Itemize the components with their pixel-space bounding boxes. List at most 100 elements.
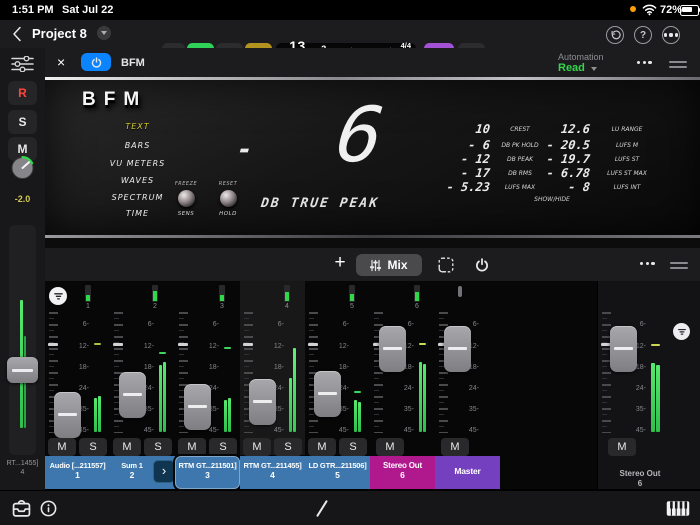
- fader-handle[interactable]: [249, 379, 276, 425]
- pan-knob[interactable]: [8, 153, 37, 182]
- close-icon[interactable]: ×: [57, 54, 65, 70]
- reading-value: - 12: [460, 152, 491, 166]
- overview-number: 5: [350, 303, 354, 310]
- level-meter: [94, 398, 97, 432]
- mix-view-button[interactable]: Mix: [356, 254, 422, 276]
- peak-tick: [651, 344, 660, 346]
- peak-tick: [94, 343, 101, 345]
- record-enable-button[interactable]: R: [8, 81, 37, 105]
- back-chevron-icon[interactable]: [12, 26, 22, 42]
- automation-mode[interactable]: Read: [558, 62, 585, 74]
- bypass-button[interactable]: [466, 254, 498, 276]
- fader-handle[interactable]: [184, 384, 211, 430]
- filter-icon: [677, 328, 686, 335]
- channel-nameplate[interactable]: Audio [...211557] 1: [45, 456, 110, 489]
- battery-cap: [698, 8, 700, 12]
- solo-button[interactable]: S: [209, 438, 237, 456]
- sidebar-fader-handle[interactable]: [7, 357, 38, 383]
- fader-handle[interactable]: [379, 326, 406, 372]
- channel-strip-master: 6- 12- 18- 24- 35- 45- M Master: [435, 281, 500, 489]
- ellipsis-icon: [663, 33, 679, 37]
- more-options-button[interactable]: [662, 26, 680, 44]
- channel-nameplate[interactable]: LD GTR...211506] 5: [305, 456, 370, 489]
- bfm-menu-text[interactable]: TEXT: [90, 122, 185, 131]
- pinned-filter-button[interactable]: [673, 323, 690, 340]
- fader-handle[interactable]: [610, 326, 637, 372]
- fader-handle[interactable]: [119, 372, 146, 418]
- mixer-more-button[interactable]: [640, 262, 655, 266]
- solo-button[interactable]: S: [339, 438, 367, 456]
- battery-percent: 72%: [660, 4, 683, 16]
- browser-icon[interactable]: [12, 500, 31, 517]
- mixer-filter-button[interactable]: [49, 287, 67, 305]
- bfm-menu-spectrum[interactable]: SPECTRUM: [90, 193, 185, 202]
- gain-value[interactable]: -2.0: [0, 194, 45, 204]
- mute-button[interactable]: M: [113, 438, 141, 456]
- add-track-button[interactable]: +: [328, 251, 352, 275]
- fader-handle[interactable]: [54, 392, 81, 438]
- bottom-bar: [0, 490, 700, 525]
- mute-button[interactable]: M: [376, 438, 404, 456]
- plugin-body: BFM TEXT BARS VU METERS WAVES SPECTRUM T…: [45, 77, 700, 248]
- mute-button[interactable]: M: [608, 438, 636, 456]
- channel-nameplate-selected[interactable]: RTM GT...211501] 3: [175, 456, 240, 489]
- mixer-config-icon[interactable]: [11, 56, 34, 72]
- overview-meter-1: [85, 285, 91, 302]
- mute-button[interactable]: M: [441, 438, 469, 456]
- reset-label: RESET: [218, 181, 238, 187]
- solo-button[interactable]: S: [274, 438, 302, 456]
- level-meter: [354, 400, 357, 432]
- sens-label: SENS: [177, 211, 195, 217]
- channel-nameplate[interactable]: Stereo Out 6: [370, 456, 435, 489]
- solo-button[interactable]: S: [8, 110, 37, 134]
- drag-handle[interactable]: [669, 58, 687, 71]
- mixer-drag-handle[interactable]: [670, 259, 688, 272]
- mute-button[interactable]: M: [178, 438, 206, 456]
- overview-number: 2: [153, 303, 157, 310]
- mute-button[interactable]: M: [308, 438, 336, 456]
- solo-button[interactable]: S: [79, 438, 107, 456]
- zero-db-mark: [243, 343, 253, 346]
- fader-handle[interactable]: [314, 371, 341, 417]
- bfm-menu-vu-meters[interactable]: VU METERS: [90, 159, 185, 168]
- channel-strip-5: 6- 12- 18- 24- 35- 45- M S LD GTR...211506] 5: [305, 281, 370, 489]
- sens-knob[interactable]: [178, 190, 195, 207]
- fader-handle[interactable]: [444, 326, 471, 372]
- bfm-menu-bars[interactable]: BARS: [90, 141, 185, 150]
- play-surface-keyboard-icon[interactable]: [666, 500, 690, 517]
- bfm-logo: BFM: [82, 89, 148, 110]
- plugin-more-button[interactable]: [637, 61, 652, 65]
- mute-button[interactable]: M: [48, 438, 76, 456]
- level-meter: [293, 348, 296, 432]
- channel-nameplate[interactable]: Master: [435, 456, 500, 489]
- overview-scrollbar[interactable]: [458, 286, 462, 297]
- channel-strip-3: 6- 12- 18- 24- 35- 45- M S RTM GT...211501] 3: [175, 281, 240, 489]
- sidebar-channel-label: RT...1455] 4: [6, 460, 39, 476]
- reading-value: - 6: [467, 138, 491, 152]
- copy-button[interactable]: [430, 254, 462, 276]
- level-meter: [656, 365, 660, 432]
- channel-nameplate[interactable]: RTM GT...211455] 4: [240, 456, 305, 489]
- help-icon: ?: [639, 29, 647, 41]
- pinned-channel-label[interactable]: Stereo Out 6: [597, 469, 683, 489]
- edit-pencil-button[interactable]: [314, 499, 330, 518]
- info-icon[interactable]: [40, 500, 57, 517]
- help-button[interactable]: ?: [634, 26, 652, 44]
- peak-tick: [354, 391, 361, 393]
- chevron-down-icon: [100, 31, 107, 35]
- mute-button[interactable]: M: [243, 438, 271, 456]
- reading-value: 12.6: [560, 122, 591, 136]
- expand-summing-button[interactable]: ›: [153, 460, 175, 483]
- project-menu-button[interactable]: [97, 26, 111, 40]
- project-title[interactable]: Project 8: [32, 26, 87, 41]
- channel-nameplate[interactable]: Sum 12 ›: [110, 456, 175, 489]
- undo-icon: [611, 29, 621, 39]
- marquee-copy-icon: [438, 257, 454, 273]
- level-meter: [358, 402, 361, 432]
- solo-button[interactable]: S: [144, 438, 172, 456]
- hold-knob[interactable]: [220, 190, 237, 207]
- reading-value: - 17: [460, 166, 491, 180]
- show-hide-label[interactable]: SHOW/HIDE: [512, 196, 592, 203]
- plugin-power-button[interactable]: [81, 53, 111, 71]
- undo-button[interactable]: [606, 26, 624, 44]
